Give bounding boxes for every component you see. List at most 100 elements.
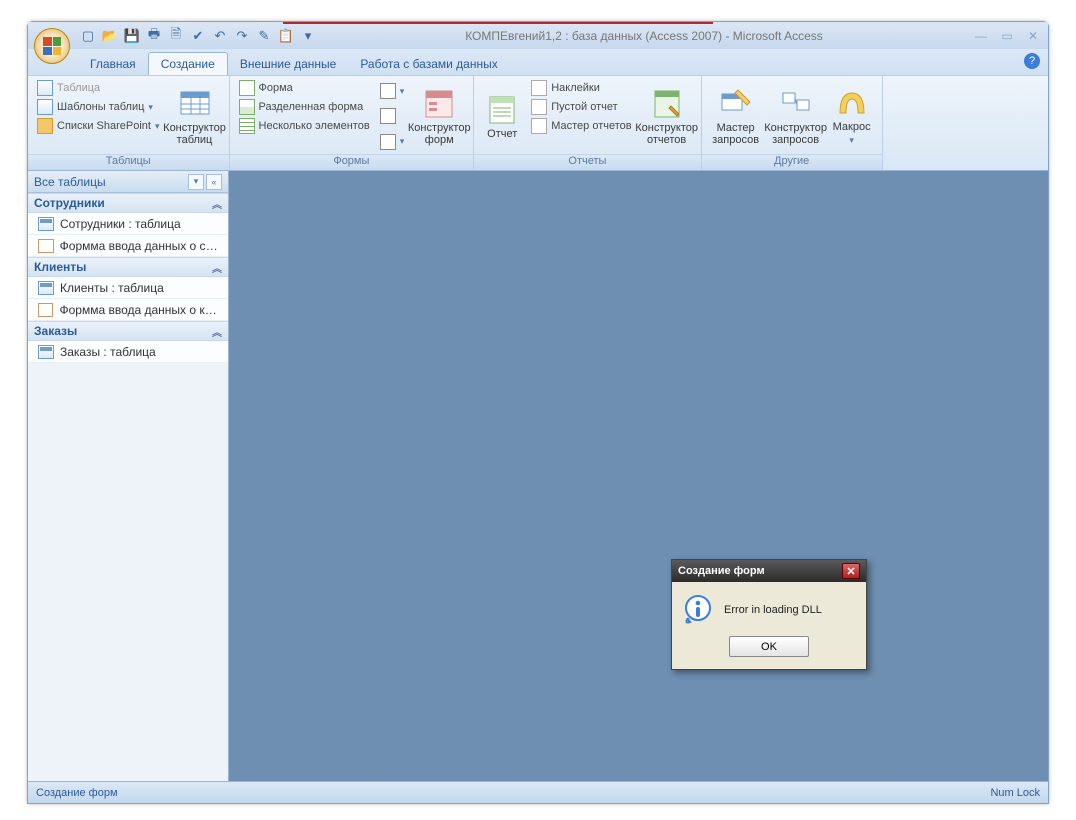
nav-group-employees[interactable]: Сотрудники︽ (28, 193, 228, 213)
nav-collapse-button[interactable]: « (206, 174, 222, 190)
nav-header[interactable]: Все таблицы ▾ « (28, 171, 228, 193)
btn-table-templates[interactable]: Шаблоны таблиц (34, 98, 163, 116)
redo-icon[interactable]: ↷ (234, 28, 250, 44)
nav-group-clients[interactable]: Клиенты︽ (28, 257, 228, 277)
close-button[interactable]: ✕ (1024, 29, 1042, 43)
tab-home[interactable]: Главная (78, 53, 148, 75)
app-window: ▢ 📂 💾 🖶 🗎 ✔ ↶ ↷ ✎ 📋 ▾ КОМПЕвгений1,2 : б… (27, 21, 1049, 804)
content-area: Все таблицы ▾ « Сотрудники︽ Сотрудники :… (28, 171, 1048, 781)
template-icon (37, 99, 53, 115)
btn-sharepoint-lists[interactable]: Списки SharePoint (34, 117, 163, 135)
paste-icon[interactable]: 📋 (278, 28, 294, 44)
office-logo-icon (43, 37, 61, 55)
more-forms-icon (380, 134, 396, 150)
print-preview-icon[interactable]: 🗎 (168, 28, 184, 44)
btn-form-misc2[interactable] (377, 107, 408, 125)
spellcheck-icon[interactable]: ✔ (190, 28, 206, 44)
maximize-button[interactable]: ▭ (998, 29, 1016, 43)
btn-table-designer[interactable]: Конструктор таблиц (167, 79, 223, 154)
form-designer-icon (423, 88, 455, 120)
open-icon[interactable]: 📂 (102, 28, 118, 44)
nav-item-clients-form[interactable]: Формма ввода данных о кли... (28, 299, 228, 321)
group-forms-label: Формы (230, 154, 474, 170)
btn-form[interactable]: Форма (236, 79, 373, 97)
btn-split-form[interactable]: Разделенная форма (236, 98, 373, 116)
form-icon (38, 239, 54, 253)
chevron-up-icon[interactable]: ︽ (212, 324, 222, 339)
nav-item-employees-form[interactable]: Формма ввода данных о сот... (28, 235, 228, 257)
print-icon[interactable]: 🖶 (146, 28, 162, 44)
status-numlock: Num Lock (990, 787, 1040, 799)
btn-report-wizard[interactable]: Мастер отчетов (528, 117, 634, 135)
btn-form-misc1[interactable] (377, 82, 408, 100)
report-wizard-icon (531, 118, 547, 134)
dialog-titlebar: Создание форм ✕ (672, 560, 866, 582)
navigation-pane: Все таблицы ▾ « Сотрудники︽ Сотрудники :… (28, 171, 229, 781)
mode-icon[interactable]: ✎ (256, 28, 272, 44)
dialog-ok-button[interactable]: OK (729, 636, 809, 657)
group-other: Мастер запросов Конструктор запросов Мак… (702, 76, 883, 170)
btn-query-wizard[interactable]: Мастер запросов (708, 79, 764, 154)
dialog-message: Error in loading DLL (724, 604, 822, 616)
quick-access-toolbar: ▢ 📂 💾 🖶 🗎 ✔ ↶ ↷ ✎ 📋 ▾ (80, 28, 316, 44)
group-tables: Таблица Шаблоны таблиц Списки SharePoint… (28, 76, 230, 170)
tab-external[interactable]: Внешние данные (228, 53, 349, 75)
btn-report-designer[interactable]: Конструктор отчетов (639, 79, 695, 154)
nav-item-orders-table[interactable]: Заказы : таблица (28, 341, 228, 363)
new-icon[interactable]: ▢ (80, 28, 96, 44)
btn-query-designer[interactable]: Конструктор запросов (768, 79, 824, 154)
nav-empty-area (28, 363, 228, 781)
btn-multiple-items[interactable]: Несколько элементов (236, 117, 373, 135)
nav-item-employees-table[interactable]: Сотрудники : таблица (28, 213, 228, 235)
ribbon-tabs: Главная Создание Внешние данные Работа с… (28, 49, 1048, 75)
titlebar: ▢ 📂 💾 🖶 🗎 ✔ ↶ ↷ ✎ 📋 ▾ КОМПЕвгений1,2 : б… (28, 22, 1048, 49)
nav-item-clients-table[interactable]: Клиенты : таблица (28, 277, 228, 299)
save-icon[interactable]: 💾 (124, 28, 140, 44)
nav-header-title: Все таблицы (34, 175, 106, 189)
btn-report[interactable]: Отчет (480, 79, 524, 154)
tab-create[interactable]: Создание (148, 52, 228, 75)
nav-group-orders[interactable]: Заказы︽ (28, 321, 228, 341)
group-other-label: Другие (702, 154, 882, 170)
report-designer-icon (651, 88, 683, 120)
table-icon (38, 345, 54, 359)
dialog-title-text: Создание форм (678, 565, 765, 577)
group-reports: Отчет Наклейки Пустой отчет Мастер отчет… (474, 76, 701, 170)
help-button[interactable]: ? (1024, 53, 1040, 69)
qat-menu-icon[interactable]: ▾ (300, 28, 316, 44)
chevron-up-icon[interactable]: ︽ (212, 260, 222, 275)
btn-labels[interactable]: Наклейки (528, 79, 634, 97)
minimize-button[interactable]: — (972, 29, 990, 43)
macro-icon (836, 87, 868, 119)
group-tables-label: Таблицы (28, 154, 229, 170)
report-icon (486, 94, 518, 126)
recording-marker (283, 22, 713, 24)
window-controls: — ▭ ✕ (972, 29, 1042, 43)
group-forms: Форма Разделенная форма Несколько элемен… (230, 76, 475, 170)
tab-dbtools[interactable]: Работа с базами данных (348, 53, 509, 75)
chevron-up-icon[interactable]: ︽ (212, 196, 222, 211)
query-wizard-icon (720, 88, 752, 120)
office-button[interactable] (34, 28, 70, 64)
sharepoint-icon (37, 118, 53, 134)
dialog-close-button[interactable]: ✕ (842, 563, 860, 579)
blank-form-icon (380, 108, 396, 124)
undo-icon[interactable]: ↶ (212, 28, 228, 44)
form-icon (38, 303, 53, 317)
btn-macro[interactable]: Макрос (828, 79, 876, 154)
table-icon (38, 217, 54, 231)
btn-form-designer[interactable]: Конструктор форм (411, 79, 467, 154)
btn-blank-report[interactable]: Пустой отчет (528, 98, 634, 116)
btn-table[interactable]: Таблица (34, 79, 163, 97)
table-icon (37, 80, 53, 96)
split-form-icon (239, 99, 255, 115)
multi-items-icon (239, 118, 255, 134)
btn-form-misc3[interactable] (377, 133, 408, 151)
table-icon (38, 281, 54, 295)
status-left: Создание форм (36, 787, 118, 799)
ribbon: Таблица Шаблоны таблиц Списки SharePoint… (28, 75, 1048, 171)
error-dialog: Создание форм ✕ Error in loading DLL OK (671, 559, 867, 670)
nav-menu-button[interactable]: ▾ (188, 174, 204, 190)
blank-report-icon (531, 99, 547, 115)
form-icon (239, 80, 255, 96)
